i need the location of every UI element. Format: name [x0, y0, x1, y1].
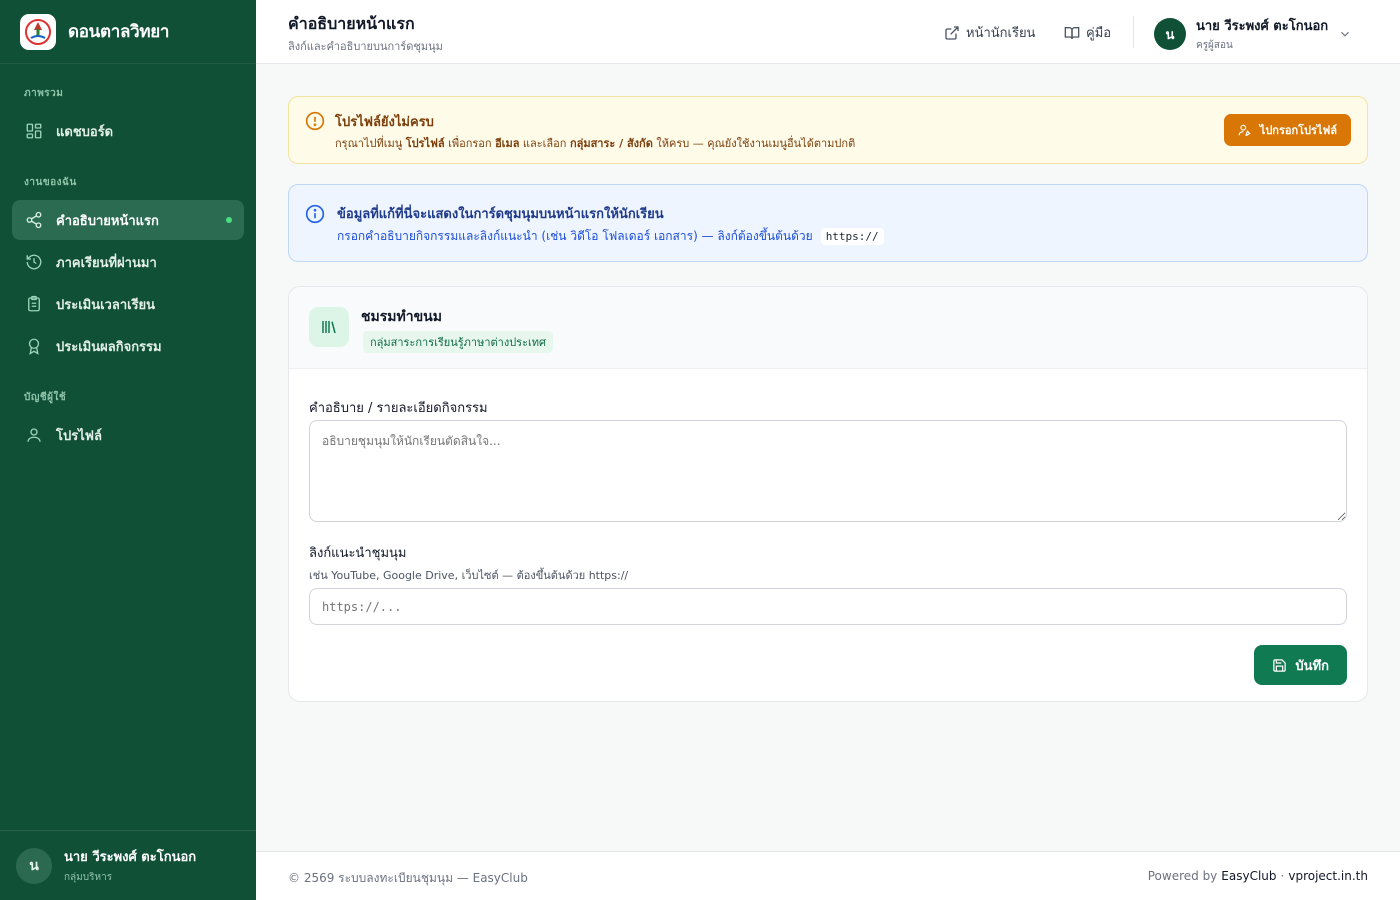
- sidebar-section-my-work: งานของฉัน: [24, 177, 77, 188]
- description-label: คำอธิบาย / รายละเอียดกิจกรรม: [309, 401, 488, 416]
- manual-link[interactable]: คู่มือ: [1064, 22, 1111, 43]
- topbar: คำอธิบายหน้าแรก ลิงก์และคำอธิบายบนการ์ดช…: [256, 0, 1400, 64]
- club-card-header: ชมรมทำขนม กลุ่มสาระการเรียนรู้ภาษาต่างปร…: [289, 287, 1367, 369]
- user-name: นาย วีระพงศ์ ตะโกนอก: [1196, 19, 1329, 34]
- student-page-link[interactable]: หน้านักเรียน: [944, 22, 1035, 43]
- user-icon: [24, 425, 44, 445]
- avatar: น: [16, 847, 52, 884]
- student-page-link-label: หน้านักเรียน: [966, 26, 1036, 41]
- sidebar-section-overview: ภาพรวม: [24, 88, 64, 99]
- page-subtitle: ลิงก์และคำอธิบายบนการ์ดชุมนุม: [288, 40, 443, 53]
- brand-name: ดอนตาลวิทยา: [68, 22, 170, 42]
- manual-link-label: คู่มือ: [1086, 26, 1112, 41]
- alert-text-part: กรุณาไปที่เมนู: [335, 137, 406, 150]
- save-label: บันทึก: [1295, 657, 1329, 673]
- info-code: https://: [820, 228, 884, 245]
- alert-text-part: เพื่อกรอก: [444, 137, 496, 150]
- sidebar-item-past-semesters[interactable]: ภาคเรียนที่ผ่านมา: [12, 242, 244, 282]
- link-help: เช่น YouTube, Google Drive, เว็บไซต์ — ต…: [309, 569, 629, 582]
- alert-email-field: อีเมล: [495, 137, 520, 150]
- sidebar-item-label: โปรไฟล์: [56, 428, 102, 444]
- history-icon: [24, 252, 44, 272]
- footer-copyright: © 2569 ระบบลงทะเบียนชุมนุม — EasyClub: [288, 871, 528, 885]
- alert-text-part: ให้ครบ — คุณยังใช้งานเมนูอื่นได้ตามปกติ: [652, 137, 856, 150]
- save-icon: [1273, 658, 1287, 672]
- club-card: ชมรมทำขนม กลุ่มสาระการเรียนรู้ภาษาต่างปร…: [288, 286, 1368, 702]
- chevron-down-icon: [1341, 31, 1350, 37]
- sidebar-section-account: บัญชีผู้ใช้: [24, 392, 67, 403]
- user-edit-icon: [1238, 124, 1251, 136]
- alert-groups-field: กลุ่มสาระ / สังกัด: [569, 137, 653, 150]
- footer: © 2569 ระบบลงทะเบียนชุมนุม — EasyClub Po…: [256, 851, 1400, 900]
- sidebar-user[interactable]: น นาย วีระพงศ์ ตะโกนอก กลุ่มบริหาร: [0, 830, 256, 900]
- go-to-profile-label: ไปกรอกโปรไฟล์: [1259, 125, 1337, 137]
- sidebar-item-dashboard[interactable]: แดชบอร์ด: [12, 111, 244, 151]
- sidebar-item-label: ภาคเรียนที่ผ่านมา: [56, 255, 157, 271]
- footer-powered-label: Powered by: [1147, 869, 1218, 883]
- club-name: ชมรมทำขนม: [361, 309, 442, 325]
- footer-separator: ·: [1280, 869, 1285, 883]
- alert-text: กรุณาไปที่เมนู โปรไฟล์ เพื่อกรอก อีเมล แ…: [335, 134, 855, 152]
- sidebar-item-profile[interactable]: โปรไฟล์: [12, 415, 244, 455]
- alert-text-part: และเลือก: [519, 137, 570, 150]
- sidebar-user-name: นาย วีระพงศ์ ตะโกนอก: [64, 850, 197, 865]
- sidebar: ดอนตาลวิทยา ภาพรวม แดชบอร์ด งานของฉัน คำ…: [0, 0, 256, 900]
- info-title: ข้อมูลที่แก้ที่นี่จะแสดงในการ์ดชุมนุมบนห…: [337, 207, 664, 222]
- sidebar-item-label: ประเมินเวลาเรียน: [56, 297, 156, 313]
- avatar: น: [1154, 18, 1186, 50]
- save-button[interactable]: บันทึก: [1254, 645, 1347, 685]
- footer-site-link[interactable]: vproject.in.th: [1288, 869, 1368, 883]
- sidebar-item-label: คำอธิบายหน้าแรก: [56, 213, 159, 229]
- info-text-body: กรอกคำอธิบายกิจกรรมและลิงก์แนะนำ (เช่น ว…: [337, 229, 813, 243]
- page-title: คำอธิบายหน้าแรก: [288, 14, 415, 33]
- sidebar-user-role: กลุ่มบริหาร: [64, 872, 113, 883]
- active-indicator: [226, 217, 232, 223]
- book-icon: [1064, 26, 1080, 39]
- link-input[interactable]: [309, 588, 1347, 625]
- user-role: ครูผู้สอน: [1196, 40, 1233, 51]
- alert-title: โปรไฟล์ยังไม่ครบ: [335, 115, 434, 130]
- link-label: ลิงก์แนะนำชุมนุม: [309, 546, 407, 561]
- dashboard-icon: [24, 121, 44, 141]
- sidebar-item-home-description[interactable]: คำอธิบายหน้าแรก: [12, 200, 244, 240]
- club-group-badge: กลุ่มสาระการเรียนรู้ภาษาต่างประเทศ: [363, 331, 553, 353]
- description-textarea[interactable]: [309, 420, 1347, 522]
- profile-incomplete-alert: โปรไฟล์ยังไม่ครบ กรุณาไปที่เมนู โปรไฟล์ …: [288, 96, 1368, 164]
- user-menu[interactable]: น นาย วีระพงศ์ ตะโกนอก ครูผู้สอน: [1154, 15, 1352, 53]
- info-alert: ข้อมูลที่แก้ที่นี่จะแสดงในการ์ดชุมนุมบนห…: [288, 184, 1368, 262]
- award-icon: [24, 336, 44, 356]
- sidebar-item-attendance[interactable]: ประเมินเวลาเรียน: [12, 284, 244, 324]
- school-logo-icon: [20, 13, 56, 50]
- sidebar-item-label: ประเมินผลกิจกรรม: [56, 339, 162, 355]
- alert-circle-icon: [305, 111, 325, 131]
- go-to-profile-button[interactable]: ไปกรอกโปรไฟล์: [1223, 114, 1351, 146]
- sidebar-item-evaluation[interactable]: ประเมินผลกิจกรรม: [12, 326, 244, 366]
- footer-powered: Powered by EasyClub · vproject.in.th: [1148, 869, 1368, 883]
- info-icon: [305, 204, 325, 224]
- brand[interactable]: ดอนตาลวิทยา: [0, 0, 256, 64]
- alert-menu-name: โปรไฟล์: [405, 137, 445, 150]
- library-icon: [309, 307, 349, 347]
- sidebar-item-label: แดชบอร์ด: [56, 124, 114, 140]
- share-icon: [24, 210, 44, 230]
- info-text: กรอกคำอธิบายกิจกรรมและลิงก์แนะนำ (เช่น ว…: [337, 227, 884, 246]
- footer-product-link[interactable]: EasyClub: [1221, 869, 1276, 883]
- external-link-icon: [945, 25, 959, 40]
- clipboard-icon: [24, 294, 44, 314]
- divider: [1133, 16, 1134, 48]
